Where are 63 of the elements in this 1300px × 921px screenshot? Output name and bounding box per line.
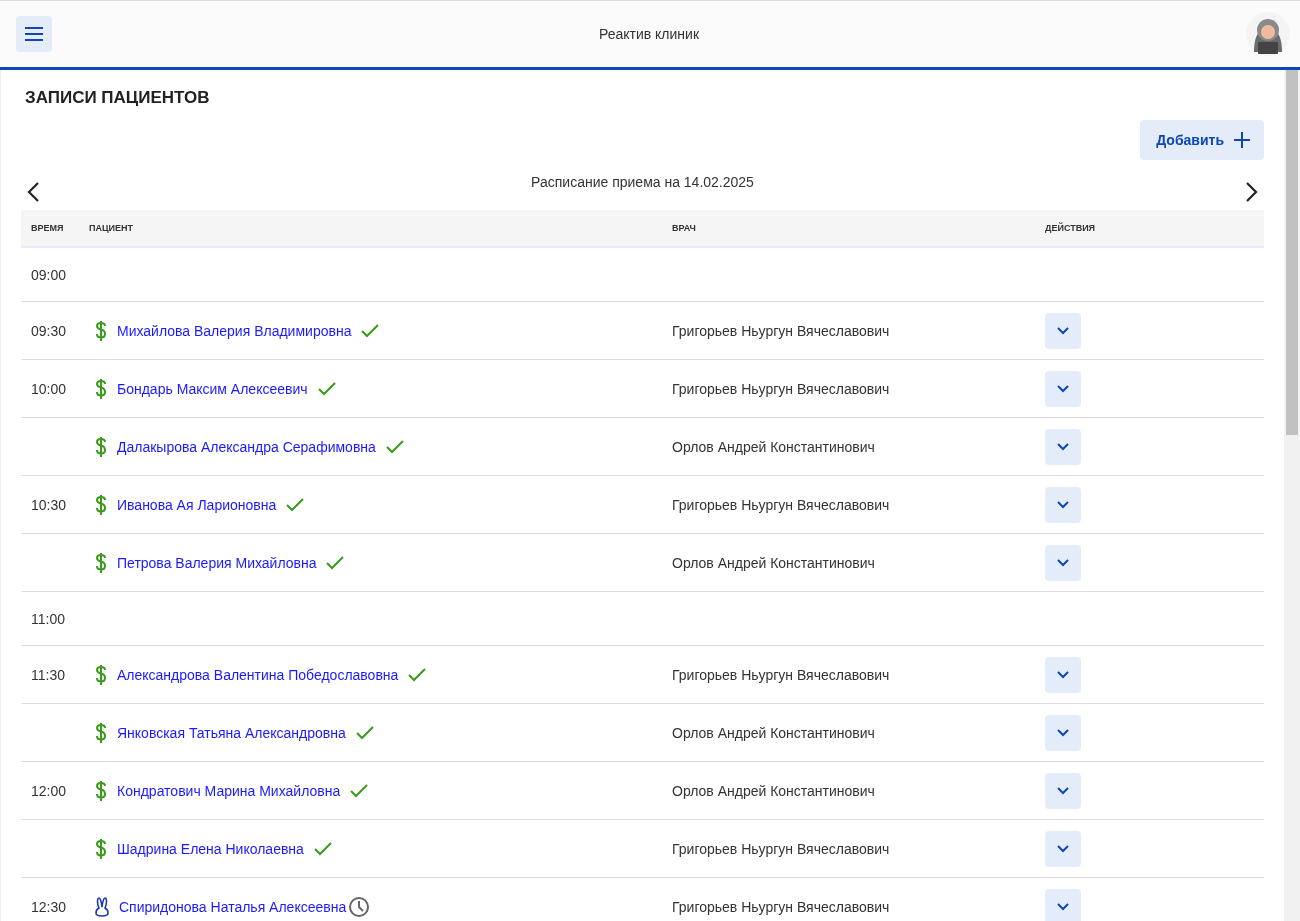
chevron-down-icon: [1057, 558, 1069, 567]
time-cell: 09:00: [31, 266, 67, 283]
chevron-down-icon: [1057, 500, 1069, 509]
patient-link[interactable]: Янковская Татьяна Александровна: [117, 724, 346, 741]
column-header: ПАЦИЕНТ: [81, 210, 652, 248]
doctor-cell: Орлов Андрей Константинович: [672, 438, 875, 455]
actions-button[interactable]: [1045, 772, 1081, 809]
doctor-cell: Григорьев Ньургун Вячеславович: [672, 666, 890, 683]
app-title: Реактив клиник: [598, 26, 700, 42]
doctor-cell: Григорьев Ньургун Вячеславович: [672, 898, 890, 915]
actions-button[interactable]: [1045, 888, 1081, 921]
actions-button[interactable]: [1045, 370, 1081, 407]
chevron-down-icon: [1057, 670, 1069, 679]
patient-link[interactable]: Спиридонова Наталья Алексеевна: [119, 898, 347, 915]
doctor-cell: Григорьев Ньургун Вячеславович: [672, 496, 890, 513]
time-cell: 12:00: [31, 782, 67, 799]
column-header: ДЕЙСТВИЯ: [1025, 210, 1264, 248]
patient-link[interactable]: Александрова Валентина Победославовна: [117, 666, 399, 683]
time-cell: 11:30: [31, 666, 65, 683]
column-header: ВРЕМЯ: [21, 210, 81, 248]
chevron-down-icon: [1057, 384, 1069, 393]
actions-button[interactable]: [1045, 830, 1081, 867]
avatar[interactable]: [1246, 12, 1290, 56]
time-cell: 11:00: [31, 610, 65, 627]
doctor-cell: Орлов Андрей Константинович: [672, 782, 875, 799]
patient-link[interactable]: Шадрина Елена Николаевна: [117, 840, 304, 857]
column-header: ВРАЧ: [652, 210, 1025, 248]
patient-link[interactable]: Бондарь Максим Алексеевич: [117, 380, 308, 397]
patient-link[interactable]: Далакырова Александра Серафимовна: [117, 438, 376, 455]
doctor-cell: Григорьев Ньургун Вячеславович: [672, 840, 890, 857]
menu-icon: [25, 27, 43, 41]
doctor-cell: Орлов Андрей Константинович: [672, 724, 875, 741]
actions-button[interactable]: [1045, 428, 1081, 465]
add-button[interactable]: Добавить: [1140, 120, 1264, 160]
doctor-cell: Григорьев Ньургун Вячеславович: [672, 322, 890, 339]
patient-link[interactable]: Петрова Валерия Михайловна: [117, 554, 317, 571]
plus-icon: [1234, 132, 1250, 148]
time-cell: 09:30: [31, 322, 67, 339]
chevron-down-icon: [1057, 326, 1069, 335]
patient-link[interactable]: Иванова Ая Ларионовна: [117, 496, 277, 513]
patient-link[interactable]: Михайлова Валерия Владимировна: [117, 322, 352, 339]
time-cell: 12:30: [31, 898, 67, 915]
chevron-down-icon: [1057, 786, 1069, 795]
doctor-cell: Орлов Андрей Константинович: [672, 554, 875, 571]
chevron-down-icon: [1057, 844, 1069, 853]
chevron-down-icon: [1057, 902, 1069, 911]
chevron-down-icon: [1057, 442, 1069, 451]
doctor-cell: Григорьев Ньургун Вячеславович: [672, 380, 890, 397]
actions-button[interactable]: [1045, 486, 1081, 523]
actions-button[interactable]: [1045, 544, 1081, 581]
time-cell: 10:00: [31, 380, 67, 397]
chevron-left-icon: [26, 182, 40, 202]
menu-button[interactable]: [16, 16, 52, 52]
chevron-right-icon: [1245, 182, 1259, 202]
actions-button[interactable]: [1045, 714, 1081, 751]
patient-link[interactable]: Кондратович Марина Михайловна: [117, 782, 341, 799]
time-cell: 10:30: [31, 496, 67, 513]
chevron-down-icon: [1057, 728, 1069, 737]
schedule-label: Расписание приема на 14.02.2025: [531, 174, 754, 190]
page-title: ЗАПИСИ ПАЦИЕНТОВ: [25, 88, 211, 108]
actions-button[interactable]: [1045, 656, 1081, 693]
actions-button[interactable]: [1045, 312, 1081, 349]
scrollbar[interactable]: [1284, 70, 1300, 921]
